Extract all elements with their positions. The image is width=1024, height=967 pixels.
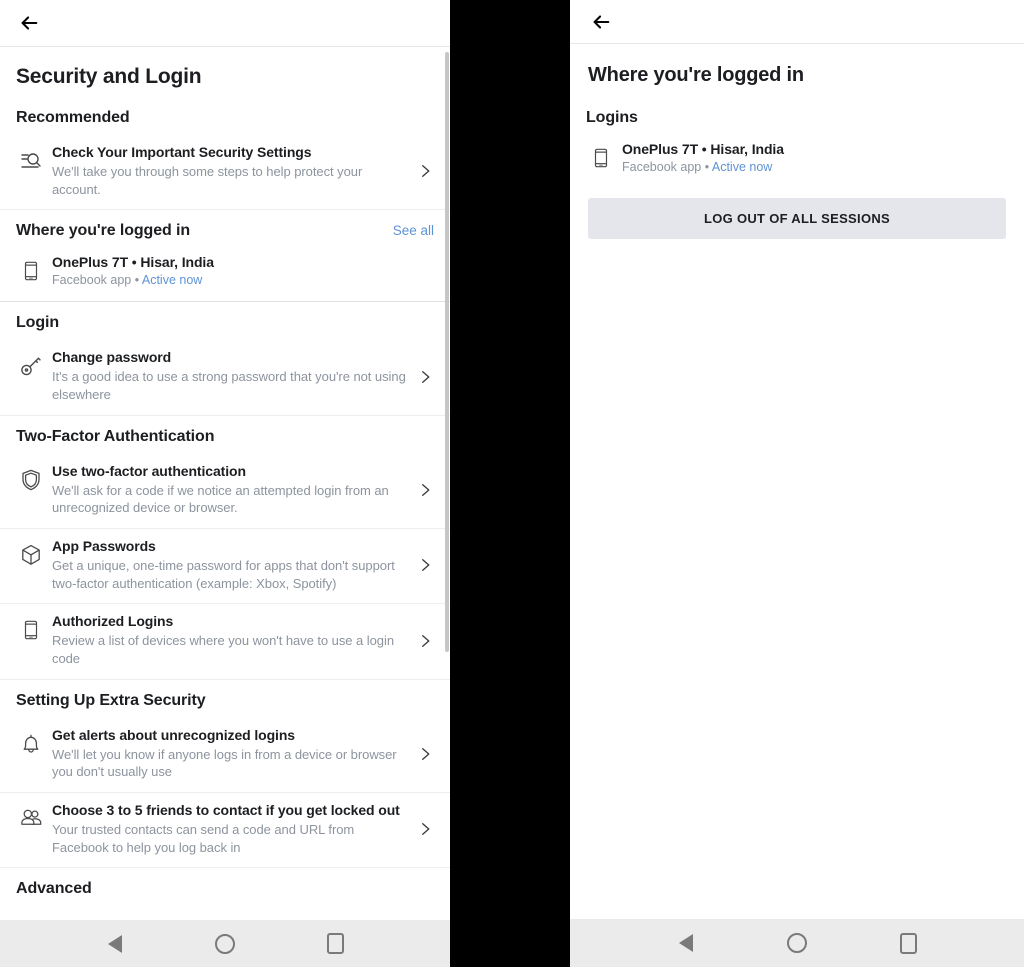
device-app-label: Facebook app bbox=[622, 160, 702, 174]
row-get-alerts-unrecognized-logins[interactable]: Get alerts about unrecognized logins We'… bbox=[0, 717, 450, 794]
device-text: OnePlus 7T • Hisar, India Facebook app •… bbox=[618, 141, 1008, 174]
back-arrow-icon[interactable] bbox=[588, 9, 614, 35]
right-scroll-container[interactable]: Where you're logged in Logins OnePlus 7T… bbox=[570, 44, 1024, 914]
row-text: Get alerts about unrecognized logins We'… bbox=[48, 727, 412, 781]
row-text: Use two-factor authentication We'll ask … bbox=[48, 463, 412, 517]
left-scroll-container[interactable]: Security and Login Recommended Check You… bbox=[0, 47, 450, 919]
section-header-where-logged-in: Where you're logged in See all bbox=[0, 210, 450, 248]
nav-recents-icon[interactable] bbox=[885, 920, 931, 966]
row-text: Authorized Logins Review a list of devic… bbox=[48, 613, 412, 667]
row-text: App Passwords Get a unique, one-time pas… bbox=[48, 538, 412, 592]
section-header-advanced: Advanced bbox=[0, 868, 450, 906]
page-title: Security and Login bbox=[16, 65, 202, 88]
section-header-extra-security: Setting Up Extra Security bbox=[0, 680, 450, 718]
device-meta: Facebook app • Active now bbox=[52, 273, 428, 287]
see-all-link[interactable]: See all bbox=[393, 223, 434, 238]
row-change-password[interactable]: Change password It's a good idea to use … bbox=[0, 340, 450, 416]
row-subtitle: Review a list of devices where you won't… bbox=[52, 633, 395, 667]
chevron-right-icon[interactable] bbox=[412, 481, 438, 499]
shield-icon bbox=[14, 465, 48, 495]
cube-icon bbox=[14, 540, 48, 570]
where-youre-logged-in-screen: Where you're logged in Logins OnePlus 7T… bbox=[570, 0, 1024, 967]
section-title: Two-Factor Authentication bbox=[16, 427, 215, 445]
row-title: Choose 3 to 5 friends to contact if you … bbox=[52, 802, 400, 819]
row-subtitle: Your trusted contacts can send a code an… bbox=[52, 822, 355, 855]
section-header-logins: Logins bbox=[570, 97, 1024, 135]
section-title: Where you're logged in bbox=[16, 222, 191, 240]
row-authorized-logins[interactable]: Authorized Logins Review a list of devic… bbox=[0, 604, 450, 680]
row-title: Get alerts about unrecognized logins bbox=[52, 726, 295, 743]
mobile-device-icon bbox=[584, 143, 618, 173]
back-arrow-icon[interactable] bbox=[16, 10, 42, 36]
right-app-bar bbox=[570, 0, 1024, 44]
row-text: Check Your Important Security Settings W… bbox=[48, 144, 412, 198]
device-session-row[interactable]: OnePlus 7T • Hisar, India Facebook app •… bbox=[0, 248, 450, 303]
device-app-label: Facebook app bbox=[52, 273, 132, 288]
left-scrollbar[interactable] bbox=[445, 47, 450, 919]
row-subtitle: We'll let you know if anyone logs in fro… bbox=[52, 746, 397, 780]
section-title: Recommended bbox=[16, 109, 130, 126]
section-header-two-factor: Two-Factor Authentication bbox=[0, 416, 450, 454]
row-subtitle: It's a good idea to use a strong passwor… bbox=[52, 369, 406, 403]
row-title: App Passwords bbox=[52, 538, 156, 555]
device-meta-separator: • bbox=[701, 160, 712, 174]
left-app-bar bbox=[0, 0, 450, 47]
nav-back-icon[interactable] bbox=[92, 921, 138, 967]
row-title: Use two-factor authentication bbox=[52, 462, 246, 479]
section-title: Logins bbox=[586, 109, 638, 126]
row-subtitle: Get a unique, one-time password for apps… bbox=[52, 558, 395, 591]
row-subtitle: We'll take you through some steps to hel… bbox=[52, 164, 363, 197]
device-name: OnePlus 7T • Hisar, India bbox=[52, 254, 214, 271]
security-and-login-screen: Security and Login Recommended Check You… bbox=[0, 0, 450, 967]
chevron-right-icon[interactable] bbox=[412, 162, 438, 180]
device-meta-separator: • bbox=[131, 273, 142, 288]
row-app-passwords[interactable]: App Passwords Get a unique, one-time pas… bbox=[0, 529, 450, 605]
log-out-of-all-sessions-button[interactable]: LOG OUT OF ALL SESSIONS bbox=[588, 198, 1006, 239]
row-title: Check Your Important Security Settings bbox=[52, 144, 312, 160]
device-active-status: Active now bbox=[141, 273, 203, 288]
row-title: Authorized Logins bbox=[52, 613, 174, 630]
nav-back-icon[interactable] bbox=[663, 920, 709, 966]
friends-icon bbox=[14, 804, 48, 834]
device-name: OnePlus 7T • Hisar, India bbox=[622, 141, 784, 157]
bell-icon bbox=[14, 729, 48, 759]
row-title: Change password bbox=[52, 349, 172, 366]
right-android-navbar bbox=[570, 919, 1024, 967]
nav-home-icon[interactable] bbox=[774, 920, 820, 966]
section-header-login: Login bbox=[0, 302, 450, 340]
device-active-status: Active now bbox=[711, 160, 773, 174]
page-title: Where you're logged in bbox=[588, 64, 804, 86]
row-use-two-factor-authentication[interactable]: Use two-factor authentication We'll ask … bbox=[0, 453, 450, 530]
chevron-right-icon[interactable] bbox=[412, 820, 438, 838]
section-title: Advanced bbox=[16, 880, 92, 898]
chevron-right-icon[interactable] bbox=[412, 632, 438, 650]
chevron-right-icon[interactable] bbox=[412, 556, 438, 574]
mobile-device-icon bbox=[14, 615, 48, 645]
key-icon bbox=[14, 351, 48, 381]
row-text: Choose 3 to 5 friends to contact if you … bbox=[48, 802, 412, 856]
device-meta: Facebook app • Active now bbox=[622, 160, 1002, 174]
chevron-right-icon[interactable] bbox=[412, 745, 438, 763]
device-text: OnePlus 7T • Hisar, India Facebook app •… bbox=[48, 254, 434, 287]
nav-recents-icon[interactable] bbox=[312, 921, 358, 967]
left-scrollbar-thumb[interactable] bbox=[445, 52, 449, 652]
section-title: Login bbox=[16, 314, 60, 332]
device-session-row[interactable]: OnePlus 7T • Hisar, India Facebook app •… bbox=[570, 135, 1024, 182]
left-android-navbar bbox=[0, 920, 450, 967]
row-security-checkup[interactable]: Check Your Important Security Settings W… bbox=[0, 135, 450, 211]
row-subtitle: We'll ask for a code if we notice an att… bbox=[52, 482, 389, 516]
mobile-device-icon bbox=[14, 256, 48, 286]
chevron-right-icon[interactable] bbox=[412, 368, 438, 386]
section-header-recommended: Recommended bbox=[0, 97, 450, 135]
section-title: Setting Up Extra Security bbox=[16, 691, 206, 709]
logout-button-wrap: LOG OUT OF ALL SESSIONS bbox=[570, 182, 1024, 239]
nav-home-icon[interactable] bbox=[202, 921, 248, 967]
row-text: Change password It's a good idea to use … bbox=[48, 349, 412, 403]
row-trusted-contacts[interactable]: Choose 3 to 5 friends to contact if you … bbox=[0, 793, 450, 869]
security-checkup-icon bbox=[14, 146, 48, 176]
